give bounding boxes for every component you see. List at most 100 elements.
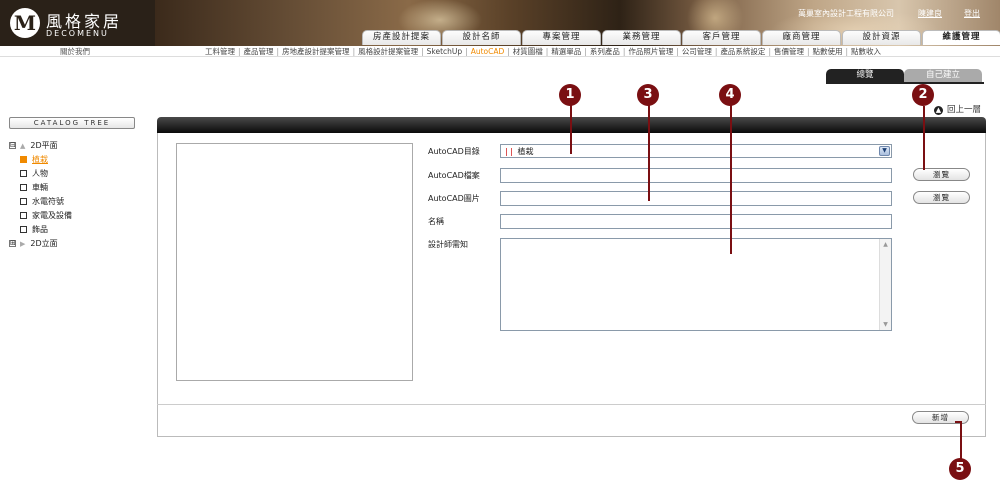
subnav-item[interactable]: 精選單品 bbox=[551, 47, 581, 56]
tree-node-decor[interactable]: 飾品 bbox=[9, 224, 154, 236]
app-header: M 風格家居 DECOMENU 萬巢室內設計工程有限公司 陳建良 登出 房產設計… bbox=[0, 0, 1000, 46]
scrollbar[interactable]: ▲ ▼ bbox=[879, 239, 891, 330]
view-tabs: 總覽 自己建立 bbox=[826, 69, 982, 82]
notes-label: 設計師需知 bbox=[428, 240, 468, 249]
tab-overview[interactable]: 總覽 bbox=[826, 69, 904, 82]
catalog-tree: ⊟ ▲ 2D平面 植栽 人物 車輛 水電符號 家電及設備 飾品 ⊞ ▶ 2D立面 bbox=[9, 140, 154, 252]
subnav-item[interactable]: 產品系統設定 bbox=[720, 47, 765, 56]
name-label: 名稱 bbox=[428, 217, 444, 226]
logo-subtitle: DECOMENU bbox=[46, 29, 109, 38]
subnav-separator: | bbox=[421, 47, 424, 56]
subnav-item[interactable]: 產品管理 bbox=[244, 47, 274, 56]
subnav-separator: | bbox=[465, 47, 468, 56]
brand-logo[interactable]: M 風格家居 DECOMENU bbox=[10, 8, 150, 42]
chevron-down-icon[interactable]: ▼ bbox=[879, 146, 890, 156]
main-nav: 房產設計提案 設計名師 專案管理 業務管理 客戶管理 廠商管理 設計資源 維護管… bbox=[362, 30, 1000, 45]
user-name[interactable]: 陳建良 bbox=[918, 8, 942, 19]
callout-line bbox=[730, 104, 732, 254]
tab-self-create[interactable]: 自己建立 bbox=[904, 69, 982, 82]
callout-badge: 1 bbox=[559, 84, 581, 106]
subnav-item[interactable]: 售價管理 bbox=[774, 47, 804, 56]
autocad-image-input[interactable] bbox=[500, 191, 892, 206]
about-us-link[interactable]: 關於我們 bbox=[60, 46, 90, 57]
tree-node-2d-plan[interactable]: ⊟ ▲ 2D平面 bbox=[9, 140, 154, 152]
folder-icon: ▲ bbox=[20, 141, 26, 150]
tree-label: 2D平面 bbox=[30, 141, 58, 151]
callout-line bbox=[570, 104, 572, 154]
callout-badge: 4 bbox=[719, 84, 741, 106]
subnav-item[interactable]: 點數使用 bbox=[813, 47, 843, 56]
checkbox-icon[interactable] bbox=[20, 198, 27, 206]
subnav-separator: | bbox=[676, 47, 679, 56]
autocad-directory-select[interactable]: | | 植栽 ▼ bbox=[500, 144, 892, 158]
nav-tab-property-proposal[interactable]: 房產設計提案 bbox=[362, 30, 441, 45]
subnav-separator: | bbox=[714, 47, 718, 56]
nav-tab-vendors[interactable]: 廠商管理 bbox=[762, 30, 841, 45]
scroll-down-icon[interactable]: ▼ bbox=[880, 319, 891, 330]
company-name[interactable]: 萬巢室內設計工程有限公司 bbox=[798, 8, 894, 19]
folder-icon: ▶ bbox=[20, 239, 26, 248]
nav-tab-design-resources[interactable]: 設計資源 bbox=[842, 30, 921, 45]
nav-tab-projects[interactable]: 專案管理 bbox=[522, 30, 601, 45]
subnav-item[interactable]: 系列產品 bbox=[590, 47, 620, 56]
expand-icon[interactable]: ⊞ bbox=[9, 240, 16, 248]
tree-node-plants[interactable]: 植栽 bbox=[9, 154, 154, 166]
subnav-item[interactable]: 材質圖檔 bbox=[513, 47, 543, 56]
checkbox-icon[interactable] bbox=[20, 184, 27, 192]
subnav-separator: | bbox=[238, 47, 241, 56]
callout-badge: 2 bbox=[912, 84, 934, 106]
callout-line bbox=[960, 421, 962, 461]
nav-tab-designers[interactable]: 設計名師 bbox=[442, 30, 521, 45]
tree-label: 水電符號 bbox=[32, 197, 64, 207]
nav-tab-maintenance[interactable]: 維護管理 bbox=[922, 30, 1000, 45]
checkbox-icon[interactable] bbox=[20, 170, 27, 178]
subnav-item[interactable]: 風格設計提案管理 bbox=[358, 47, 418, 56]
nav-tab-customers[interactable]: 客戶管理 bbox=[682, 30, 761, 45]
designer-notes-textarea[interactable]: ▲ ▼ bbox=[500, 238, 892, 331]
tree-label: 飾品 bbox=[32, 225, 48, 235]
logout-link[interactable]: 登出 bbox=[964, 8, 980, 19]
scroll-up-icon[interactable]: ▲ bbox=[880, 239, 891, 250]
back-link[interactable]: ▲ 回上一層 bbox=[934, 103, 981, 115]
nav-tab-business[interactable]: 業務管理 bbox=[602, 30, 681, 45]
tree-label: 家電及設備 bbox=[32, 211, 72, 221]
subnav-separator: | bbox=[845, 47, 849, 56]
logo-badge-icon: M bbox=[10, 8, 40, 38]
subnav-item[interactable]: 房地產設計提案管理 bbox=[282, 47, 350, 56]
tree-node-appliances[interactable]: 家電及設備 bbox=[9, 210, 154, 222]
tabs-underline bbox=[826, 82, 984, 84]
name-input[interactable] bbox=[500, 214, 892, 229]
tree-label: 人物 bbox=[32, 169, 48, 179]
image-preview-box bbox=[176, 143, 413, 381]
tree-label: 車輛 bbox=[32, 183, 48, 193]
autocad-file-input[interactable] bbox=[500, 168, 892, 183]
sub-nav-links: 工料管理 | 產品管理 | 房地產設計提案管理 | 風格設計提案管理 | SketchUp | Au… bbox=[205, 46, 881, 57]
subnav-separator: | bbox=[806, 47, 810, 56]
tree-node-2d-elevation[interactable]: ⊞ ▶ 2D立面 bbox=[9, 238, 154, 250]
tree-node-plumbing-symbols[interactable]: 水電符號 bbox=[9, 196, 154, 208]
subnav-item[interactable]: SketchUp bbox=[427, 47, 463, 56]
subnav-separator: | bbox=[622, 47, 626, 56]
tree-node-vehicles[interactable]: 車輛 bbox=[9, 182, 154, 194]
checkbox-icon[interactable] bbox=[20, 156, 27, 164]
subnav-item[interactable]: AutoCAD bbox=[471, 47, 505, 56]
checkbox-icon[interactable] bbox=[20, 212, 27, 220]
subnav-item[interactable]: 工料管理 bbox=[205, 47, 235, 56]
browse-image-button[interactable]: 瀏覽 bbox=[913, 191, 970, 204]
subnav-separator: | bbox=[276, 47, 280, 56]
collapse-icon[interactable]: ⊟ bbox=[9, 142, 16, 150]
subnav-item[interactable]: 點數收入 bbox=[851, 47, 881, 56]
catalog-tree-button[interactable]: CATALOG TREE bbox=[9, 117, 135, 129]
back-link-label: 回上一層 bbox=[947, 105, 982, 115]
checkbox-icon[interactable] bbox=[20, 226, 27, 234]
subnav-item[interactable]: 作品照片管理 bbox=[628, 47, 673, 56]
select-prefix: | | bbox=[505, 147, 513, 156]
dir-label: AutoCAD目錄 bbox=[428, 147, 480, 156]
subnav-separator: | bbox=[545, 47, 549, 56]
file-label: AutoCAD檔案 bbox=[428, 171, 480, 180]
browse-file-button[interactable]: 瀏覽 bbox=[913, 168, 970, 181]
subnav-item[interactable]: 公司管理 bbox=[682, 47, 712, 56]
panel-footer-divider bbox=[157, 404, 986, 405]
tree-node-people[interactable]: 人物 bbox=[9, 168, 154, 180]
subnav-separator: | bbox=[352, 47, 356, 56]
